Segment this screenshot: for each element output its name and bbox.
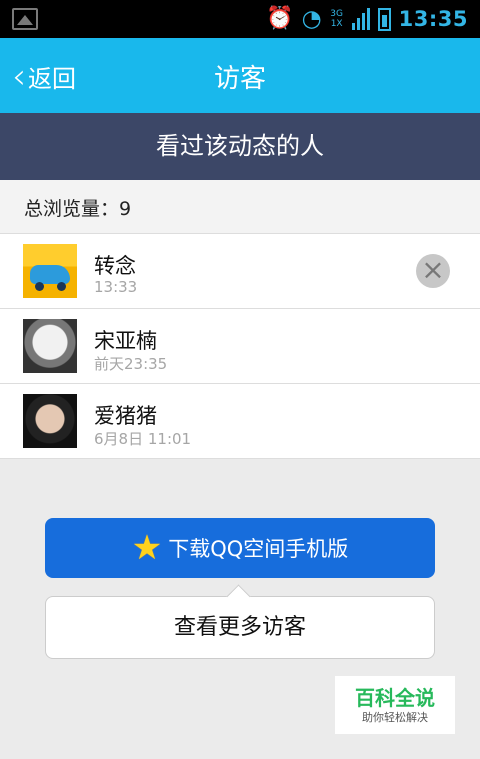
- star-icon: ★: [131, 528, 163, 568]
- signal-bar: [351, 23, 355, 30]
- visit-time: 6月8日 11:01: [94, 430, 192, 448]
- remove-icon[interactable]: ×: [416, 254, 450, 288]
- watermark-subtitle: 助你轻松解决: [362, 711, 428, 724]
- download-app-label: 下载QQ空间手机版: [168, 537, 349, 561]
- visitor-row[interactable]: 爱猪猪 6月8日 11:01: [0, 384, 480, 459]
- more-visitors-button[interactable]: 查看更多访客: [45, 596, 435, 659]
- visitor-name: 爱猪猪: [94, 404, 157, 428]
- watermark: 百科全说 助你轻松解决: [335, 676, 455, 734]
- cellular-signal-icon: [351, 8, 370, 30]
- status-bar: ⏰ ◔ 3G 1X 13:35: [0, 0, 480, 38]
- alarm-icon: ⏰: [266, 6, 294, 31]
- visit-time: 13:33: [94, 278, 138, 296]
- gallery-icon: [12, 8, 38, 30]
- network-top-label: 3G: [330, 9, 343, 19]
- signal-bar: [361, 13, 365, 30]
- section-title: 看过该动态的人: [0, 113, 480, 180]
- visitor-avatar[interactable]: [23, 319, 77, 373]
- page-title: 访客: [213, 64, 266, 94]
- network-type: 3G 1X: [330, 9, 344, 29]
- watermark-title: 百科全说: [355, 686, 435, 710]
- visitor-avatar[interactable]: [23, 244, 77, 298]
- title-bar: ‹ 返回 访客: [0, 38, 480, 113]
- total-views: 总浏览量：9: [0, 180, 480, 234]
- visitor-list: 转念 13:33 × 宋亚楠 前天23:35 爱猪猪 6月8日 11:01: [0, 234, 480, 459]
- wifi-icon: ◔: [301, 6, 322, 32]
- signal-bar: [356, 18, 360, 30]
- battery-icon: [377, 7, 391, 31]
- signal-bar: [366, 8, 370, 30]
- visitor-avatar[interactable]: [23, 394, 77, 448]
- visitor-row[interactable]: 宋亚楠 前天23:35: [0, 309, 480, 384]
- network-bottom-label: 1X: [330, 19, 343, 29]
- status-time: 13:35: [398, 7, 468, 31]
- visitor-name: 宋亚楠: [94, 329, 157, 353]
- visitor-name: 转念: [94, 254, 136, 278]
- status-indicators: ⏰ ◔ 3G 1X 13:35: [266, 5, 468, 33]
- visitor-row[interactable]: 转念 13:33 ×: [0, 234, 480, 309]
- download-app-button[interactable]: ★ 下载QQ空间手机版: [45, 518, 435, 578]
- visit-time: 前天23:35: [94, 355, 168, 373]
